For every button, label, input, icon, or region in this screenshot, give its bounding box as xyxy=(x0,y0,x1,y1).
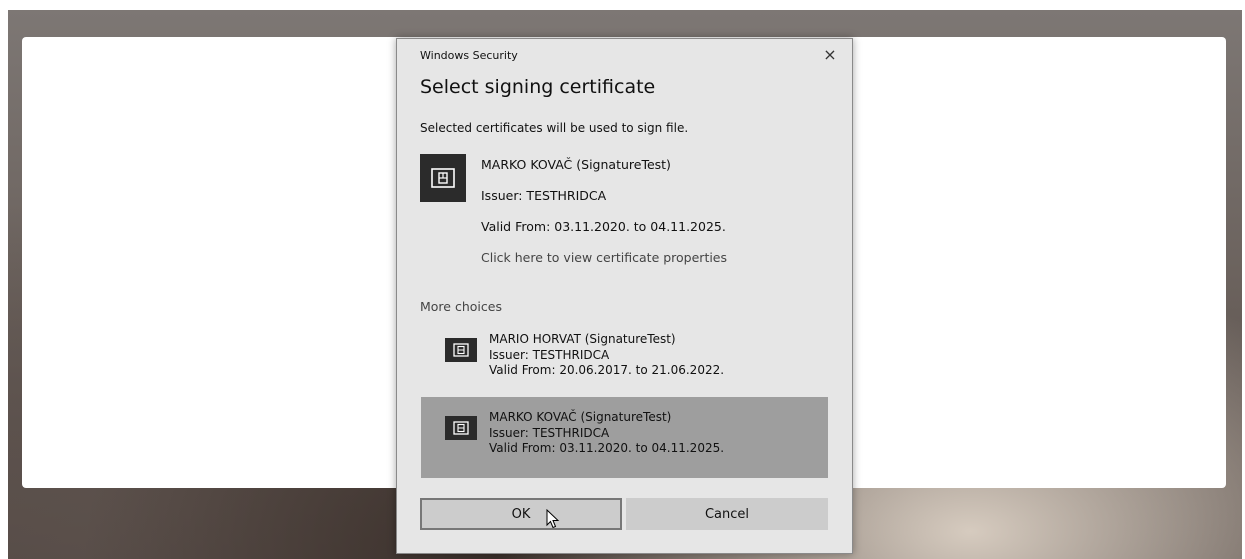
dialog-app-title: Windows Security xyxy=(420,49,518,62)
selected-cert-validity: Valid From: 03.11.2020. to 04.11.2025. xyxy=(481,219,726,234)
close-icon: × xyxy=(823,45,837,64)
certificate-choice[interactable]: MARIO HORVAT (SignatureTest) Issuer: TES… xyxy=(421,319,828,400)
mouse-pointer-icon xyxy=(546,508,560,534)
certificate-icon xyxy=(445,338,477,362)
dialog-heading: Select signing certificate xyxy=(420,76,656,98)
cancel-button[interactable]: Cancel xyxy=(626,498,828,530)
choice-cert-name: MARKO KOVAČ (SignatureTest) xyxy=(489,410,672,424)
close-button[interactable]: × xyxy=(815,44,845,66)
ok-button[interactable]: OK xyxy=(420,498,622,530)
choice-cert-issuer: Issuer: TESTHRIDCA xyxy=(489,425,610,440)
dialog-description: Selected certificates will be used to si… xyxy=(420,121,689,135)
choice-cert-validity: Valid From: 03.11.2020. to 04.11.2025. xyxy=(489,441,725,455)
more-choices-label: More choices xyxy=(420,299,502,314)
windows-security-dialog: Windows Security × Select signing certif… xyxy=(396,38,853,554)
selected-cert-issuer: Issuer: TESTHRIDCA xyxy=(481,188,607,203)
selected-cert-name: MARKO KOVAČ (SignatureTest) xyxy=(481,157,671,172)
view-certificate-properties-link[interactable]: Click here to view certificate propertie… xyxy=(481,250,727,265)
certificate-icon xyxy=(445,416,477,440)
choice-cert-name: MARIO HORVAT (SignatureTest) xyxy=(489,332,676,346)
certificate-choice-selected[interactable]: MARKO KOVAČ (SignatureTest) Issuer: TEST… xyxy=(421,397,828,478)
certificate-icon xyxy=(420,154,466,202)
choice-cert-issuer: Issuer: TESTHRIDCA xyxy=(489,347,610,362)
choice-cert-validity: Valid From: 20.06.2017. to 21.06.2022. xyxy=(489,363,725,377)
